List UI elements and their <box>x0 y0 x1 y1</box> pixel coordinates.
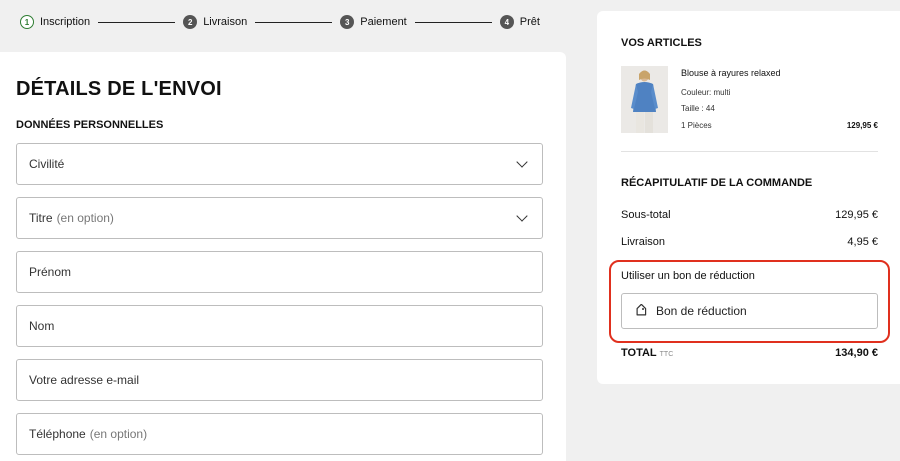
tag-icon <box>636 304 647 316</box>
shipping-row: Livraison 4,95 € <box>621 236 878 248</box>
chevron-down-icon <box>516 156 528 168</box>
civilite-select[interactable]: Civilité <box>16 143 543 185</box>
step-label: Livraison <box>203 16 248 28</box>
product-quantity: 1 Pièces <box>681 121 712 130</box>
product-model-illustration <box>621 66 668 133</box>
product-image[interactable] <box>621 66 668 133</box>
total-label: TOTAL <box>621 347 657 359</box>
field-label: Prénom <box>29 265 72 279</box>
step-number: 1 <box>20 15 34 29</box>
step-livraison[interactable]: 2 Livraison <box>183 15 247 29</box>
product-name[interactable]: Blouse à rayures relaxed <box>681 68 781 78</box>
product-size: Taille : 44 <box>681 104 715 113</box>
order-summary-card: VOS ARTICLES Blouse à rayures relaxed Co… <box>597 11 900 384</box>
checkout-stepper: 1 Inscription 2 Livraison 3 Paiement 4 P… <box>20 12 540 32</box>
total-value: 134,90 € <box>835 347 878 359</box>
page-title: DÉTAILS DE L'ENVOI <box>16 78 222 100</box>
step-pret[interactable]: 4 Prêt <box>499 15 540 29</box>
divider <box>621 151 878 152</box>
summary-title: RÉCAPITULATIF DE LA COMMANDE <box>621 177 813 189</box>
field-label: Civilité <box>29 157 65 171</box>
step-number: 3 <box>340 15 355 29</box>
total-row: TOTAL TTC 134,90 € <box>621 347 878 359</box>
step-label: Prêt <box>519 16 540 28</box>
telephone-input[interactable]: Téléphone (en option) <box>16 413 543 455</box>
shipping-details-card: DÉTAILS DE L'ENVOI DONNÉES PERSONNELLES … <box>0 52 566 461</box>
section-title-personal-data: DONNÉES PERSONNELLES <box>16 119 164 131</box>
email-input[interactable]: Votre adresse e-mail <box>16 359 543 401</box>
step-connector <box>414 21 492 23</box>
voucher-placeholder: Bon de réduction <box>656 304 747 318</box>
shipping-value: 4,95 € <box>847 236 878 248</box>
step-label: Inscription <box>40 16 91 28</box>
optional-hint: (en option) <box>89 427 148 441</box>
field-label: Titre <box>29 211 53 225</box>
product-price: 129,95 € <box>846 121 878 130</box>
cart-title: VOS ARTICLES <box>621 37 702 49</box>
titre-select[interactable]: Titre (en option) <box>16 197 543 239</box>
subtotal-row: Sous-total 129,95 € <box>621 209 878 221</box>
field-label: Nom <box>29 319 55 333</box>
prenom-input[interactable]: Prénom <box>16 251 543 293</box>
optional-hint: (en option) <box>56 211 114 225</box>
step-inscription[interactable]: 1 Inscription <box>20 15 90 29</box>
chevron-down-icon <box>516 210 528 222</box>
subtotal-value: 129,95 € <box>835 209 878 221</box>
product-color: Couleur: multi <box>681 88 731 97</box>
shipping-label: Livraison <box>621 236 666 248</box>
step-label: Paiement <box>360 16 407 28</box>
step-connector <box>255 21 333 23</box>
step-number: 2 <box>183 15 198 29</box>
step-paiement[interactable]: 3 Paiement <box>340 15 407 29</box>
field-label: Téléphone <box>29 427 86 441</box>
voucher-label: Utiliser un bon de réduction <box>621 270 755 282</box>
voucher-input[interactable]: Bon de réduction <box>621 293 878 329</box>
field-label: Votre adresse e-mail <box>29 373 140 387</box>
subtotal-label: Sous-total <box>621 209 671 221</box>
step-connector <box>98 21 176 23</box>
total-suffix: TTC <box>659 351 674 358</box>
step-number: 4 <box>499 15 514 29</box>
nom-input[interactable]: Nom <box>16 305 543 347</box>
